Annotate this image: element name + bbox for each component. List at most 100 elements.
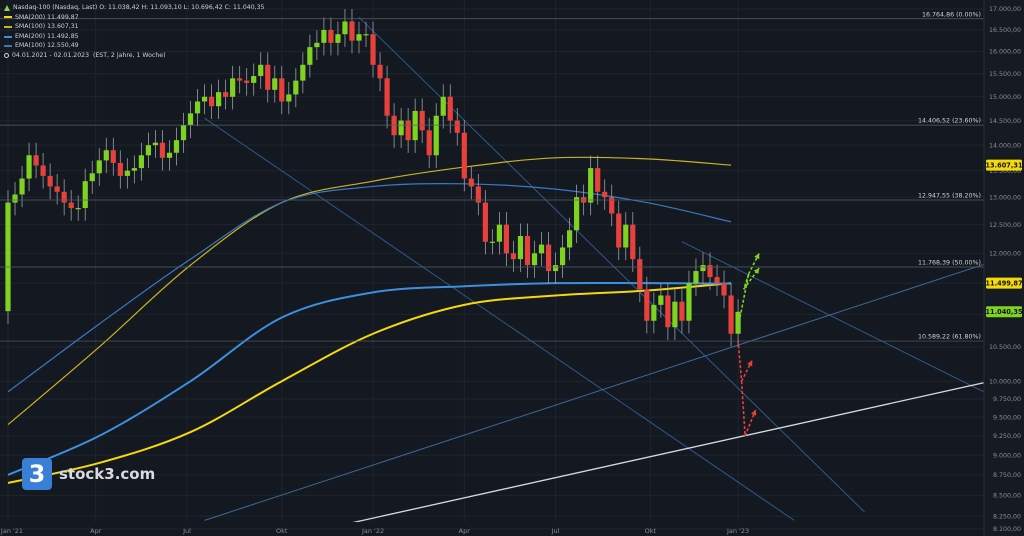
- candle-up: [531, 253, 538, 266]
- legend-title: Nasdaq-100 (Nasdaq, Last): [13, 4, 98, 11]
- y-tick-label: 10.000,00: [989, 378, 1021, 385]
- candle-down: [349, 21, 355, 41]
- candle-up: [623, 224, 629, 248]
- y-tick-label: 17.000,00: [989, 6, 1021, 13]
- candle-up: [166, 152, 173, 158]
- candle-up: [335, 34, 341, 43]
- candle-up: [286, 94, 292, 102]
- candle-down: [265, 64, 271, 90]
- candle-up: [700, 265, 706, 272]
- candle-down: [728, 295, 734, 334]
- candle-down: [609, 197, 615, 214]
- period-label: 04.01.2021 - 02.01.2023: [12, 51, 90, 59]
- y-tick-label: 8.750,00: [993, 472, 1021, 479]
- candle-down: [616, 213, 622, 248]
- candle-down: [405, 120, 411, 141]
- y-tick-label: 10.500,00: [989, 344, 1021, 351]
- y-tick-label: 16.500,00: [989, 27, 1021, 34]
- y-tick-label: 12.000,00: [989, 251, 1021, 258]
- chart-legend: Nasdaq-100 (Nasdaq, Last) O: 11.038,42 H…: [4, 3, 264, 61]
- candle-up: [173, 140, 180, 153]
- candle-down: [630, 224, 636, 260]
- candle-up: [651, 304, 657, 321]
- candle-up: [300, 64, 306, 81]
- candle-up: [658, 295, 664, 305]
- candle-up: [363, 34, 369, 36]
- candle-up: [5, 202, 11, 312]
- legend-period: 04.01.2021 - 02.01.2023 (EST, 2 Jahre, 1…: [4, 51, 264, 61]
- price-axis[interactable]: 17.000,00 16.500,00 16.000,00 15.500,00 15.0…: [983, 0, 1024, 536]
- candle-down: [279, 78, 285, 102]
- candle-down: [237, 78, 243, 81]
- candle-up: [559, 247, 566, 266]
- legend-sma200[interactable]: SMA(200) 11.499,87: [4, 13, 264, 23]
- candle-down: [384, 78, 390, 116]
- candle-up: [567, 230, 573, 248]
- candle-up: [672, 301, 678, 328]
- candle-down: [54, 186, 60, 192]
- candle-up: [342, 21, 348, 35]
- y-tick-label: 15.500,00: [989, 71, 1021, 78]
- candle-up: [201, 96, 208, 102]
- candle-up: [12, 194, 18, 203]
- candle-down: [524, 235, 531, 266]
- logo-name: stock3.com: [59, 465, 156, 483]
- candle-down: [721, 283, 727, 296]
- candle-up: [517, 235, 524, 260]
- y-tick-label: 9.500,00: [993, 414, 1021, 421]
- legend-sma100[interactable]: SMA(100) 13.607,31: [4, 22, 264, 32]
- x-tick-label: Apr: [459, 527, 471, 535]
- ema200-label: EMA(200) 11.492,85: [15, 32, 79, 40]
- chart-background: [0, 0, 1024, 536]
- candle-down: [244, 80, 250, 83]
- ema100-swatch: [4, 45, 12, 48]
- candle-up: [251, 76, 257, 83]
- clock-icon: [4, 53, 9, 59]
- y-tick-label: 16.000,00: [989, 49, 1021, 56]
- candle-down: [159, 142, 166, 158]
- candle-down: [391, 115, 397, 136]
- y-tick-label: 9.750,00: [993, 396, 1021, 403]
- candle-up: [89, 173, 95, 182]
- candle-up: [440, 96, 446, 116]
- candle-up: [538, 244, 545, 254]
- legend-ema200[interactable]: EMA(200) 11.492,85: [4, 32, 264, 42]
- candle-up: [258, 64, 264, 77]
- stock3-logo: 3 stock3.com: [22, 458, 155, 490]
- candle-down: [370, 34, 376, 65]
- candle-up: [180, 125, 187, 141]
- y-tick-label: 13.000,00: [989, 194, 1021, 201]
- candle-up: [152, 142, 159, 146]
- candle-up: [293, 80, 299, 95]
- candle-up: [398, 120, 404, 136]
- legend-ema100[interactable]: EMA(100) 12.550,49: [4, 41, 264, 51]
- y-tick-label: 8.500,00: [993, 492, 1021, 499]
- period-note: (EST, 2 Jahre, 1 Woche): [92, 51, 166, 59]
- y-tick-label: 9.000,00: [993, 452, 1021, 459]
- fib-level-label: 11.768,39 (50.00%): [918, 259, 981, 266]
- legend-title-row: Nasdaq-100 (Nasdaq, Last) O: 11.038,42 H…: [4, 3, 264, 13]
- price-chart[interactable]: 16.764,86 (0.00%) 14.406,52 (23.60%) 12.94…: [0, 0, 1024, 536]
- candle-down: [377, 64, 383, 79]
- x-tick-label: Okt: [645, 527, 657, 535]
- candle-up: [145, 145, 151, 156]
- candle-up: [412, 110, 418, 141]
- candle-down: [40, 165, 46, 176]
- candle-down: [602, 191, 608, 198]
- x-tick-label: Jul: [551, 527, 560, 535]
- price-badge-label: 11.499,87: [985, 280, 1023, 288]
- ema200-swatch: [4, 35, 12, 38]
- sma100-swatch: [4, 25, 12, 28]
- y-tick-label: 15.000,00: [989, 94, 1021, 101]
- candle-up: [230, 78, 236, 97]
- candle-down: [419, 110, 425, 131]
- x-tick-label: Jul: [182, 527, 191, 535]
- candle-down: [33, 155, 39, 166]
- candle-up: [686, 283, 692, 321]
- candle-up: [321, 29, 327, 43]
- candle-down: [454, 120, 460, 133]
- candle-down: [461, 132, 467, 179]
- y-tick-label: 9.250,00: [993, 433, 1021, 440]
- candle-down: [503, 224, 510, 254]
- candle-down: [447, 96, 453, 121]
